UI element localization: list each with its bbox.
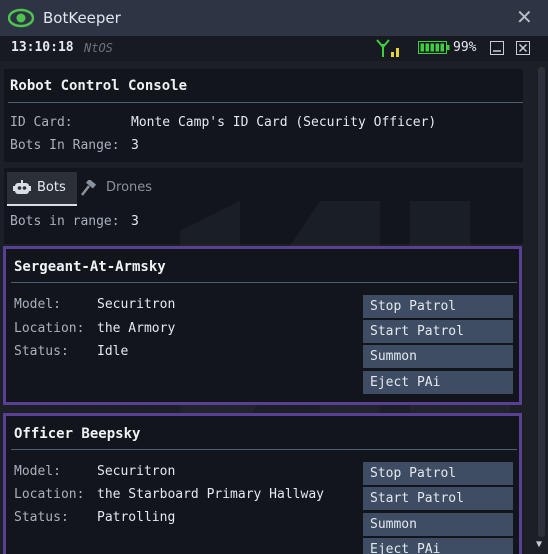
model-value: Securitron — [97, 297, 176, 312]
status-value: Idle — [97, 344, 129, 359]
status-label: Status: — [14, 344, 69, 359]
os-label: NtOS — [84, 41, 113, 55]
hammer-icon — [81, 180, 97, 196]
eject-pai-button[interactable]: Eject PAi — [363, 538, 513, 554]
title-bar[interactable]: BotKeeper ✕ — [0, 0, 548, 36]
bots-in-range-label: Bots In Range: — [10, 138, 120, 153]
status-bar: 13:10:18 NtOS 99% — [0, 36, 548, 61]
bots-in-range-value: 3 — [131, 138, 139, 153]
divider — [8, 102, 523, 103]
id-card-label: ID Card: — [10, 115, 73, 130]
close-button[interactable]: ✕ — [516, 7, 533, 27]
start-patrol-button[interactable]: Start Patrol — [363, 487, 513, 510]
bots-in-range-count: 3 — [131, 214, 139, 229]
battery-percent: 99% — [453, 40, 477, 55]
bots-in-range-label: Bots in range: — [10, 214, 120, 229]
divider — [11, 282, 517, 283]
robot-icon — [13, 180, 31, 194]
console-section: Robot Control Console ID Card: Monte Cam… — [4, 69, 523, 162]
scrollbar-thumb[interactable] — [538, 67, 545, 537]
stop-patrol-button[interactable]: Stop Patrol — [363, 295, 513, 318]
eye-icon — [8, 8, 34, 28]
scroll-down-icon[interactable]: ▼ — [536, 539, 542, 550]
tab-drones[interactable]: Drones — [80, 172, 160, 204]
battery-icon — [418, 41, 450, 54]
tab-drones-label: Drones — [106, 180, 153, 195]
signal-icon — [376, 39, 399, 57]
bot-name: Officer Beepsky — [14, 426, 141, 442]
tab-bots-label: Bots — [37, 180, 66, 195]
tab-bots[interactable]: Bots — [7, 172, 77, 206]
model-label: Model: — [14, 297, 61, 312]
minimize-icon[interactable] — [490, 41, 504, 55]
scrollbar[interactable]: ▼ — [535, 61, 548, 554]
eject-pai-button[interactable]: Eject PAi — [363, 371, 513, 394]
bot-card: Sergeant-At-Armsky Model: Securitron Loc… — [3, 246, 522, 405]
divider — [11, 449, 517, 450]
content-area[interactable]: Robot Control Console ID Card: Monte Cam… — [0, 61, 535, 554]
model-value: Securitron — [97, 464, 176, 479]
start-patrol-button[interactable]: Start Patrol — [363, 320, 513, 343]
status-value: Patrolling — [97, 510, 176, 525]
bot-card: Officer Beepsky Model: Securitron Locati… — [3, 413, 522, 554]
location-label: Location: — [14, 487, 85, 502]
status-label: Status: — [14, 510, 69, 525]
section-title: Robot Control Console — [10, 78, 188, 94]
close-program-icon[interactable] — [516, 41, 530, 55]
summon-button[interactable]: Summon — [363, 513, 513, 536]
clock: 13:10:18 — [11, 40, 74, 55]
id-card-value: Monte Camp's ID Card (Security Officer) — [131, 115, 437, 130]
bot-name: Sergeant-At-Armsky — [14, 259, 166, 275]
location-value: the Armory — [97, 321, 176, 336]
model-label: Model: — [14, 464, 61, 479]
summon-button[interactable]: Summon — [363, 345, 513, 368]
window-title: BotKeeper — [43, 9, 121, 27]
location-label: Location: — [14, 321, 85, 336]
stop-patrol-button[interactable]: Stop Patrol — [363, 462, 513, 485]
location-value: the Starboard Primary Hallway — [97, 487, 324, 502]
